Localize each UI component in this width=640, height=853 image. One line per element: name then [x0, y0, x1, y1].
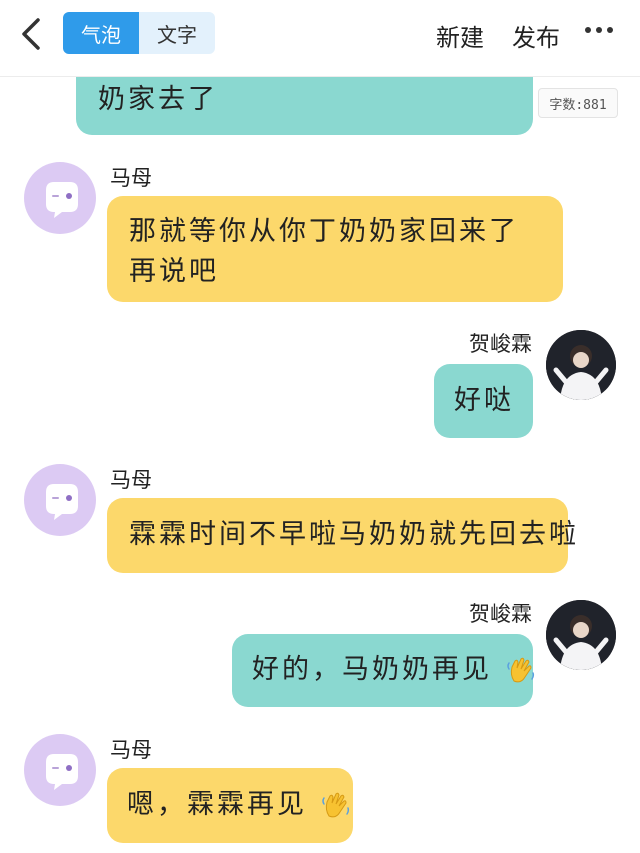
avatar[interactable] [546, 330, 616, 400]
message-text: 嗯，霖霖再见 [127, 789, 307, 820]
sender-name: 马母 [110, 738, 152, 762]
user-photo-avatar [546, 600, 616, 670]
message-text: 霖霖时间不早啦马奶奶就先回去啦 [129, 519, 579, 550]
tab-text[interactable]: 文字 [139, 12, 215, 54]
avatar[interactable] [24, 162, 96, 234]
publish-button[interactable]: 发布 [512, 18, 560, 53]
sender-name: 贺峻霖 [469, 332, 532, 356]
tab-bubble[interactable]: 气泡 [63, 12, 139, 54]
user-photo-avatar [546, 330, 616, 400]
avatar[interactable] [24, 734, 96, 806]
chat-bubble-other: 嗯，霖霖再见 [107, 768, 353, 843]
chat-bubble-other: 那就等你从你丁奶奶家回来了再说吧 [107, 196, 563, 302]
ghost-face-icon [46, 754, 78, 790]
back-arrow-icon[interactable] [18, 16, 48, 52]
waving-hand-icon [321, 792, 349, 817]
sender-name: 马母 [110, 468, 152, 492]
message-text: 好的，马奶奶再见 [252, 654, 492, 685]
new-button[interactable]: 新建 [436, 18, 484, 53]
mode-switch: 气泡 文字 [63, 12, 215, 54]
sender-name: 贺峻霖 [469, 602, 532, 626]
ghost-face-icon [46, 182, 78, 218]
message-text: 那就等你从你丁奶奶家回来了再说吧 [129, 216, 519, 287]
chat-bubble-other: 霖霖时间不早啦马奶奶就先回去啦 [107, 498, 576, 573]
chat-bubble-mine: 好哒 [434, 364, 533, 438]
waving-hand-icon [506, 657, 534, 682]
message-text: 奶家去了 [98, 84, 218, 115]
word-count-badge: 字数:881 [538, 88, 618, 118]
message-text: 好哒 [454, 385, 514, 416]
more-icon[interactable] [584, 20, 614, 40]
chat-bubble-mine: 好的，马奶奶再见 [232, 634, 534, 707]
sender-name: 马母 [110, 166, 152, 190]
ghost-face-icon [46, 484, 78, 520]
top-bar: 气泡 文字 新建 发布 [0, 0, 640, 77]
avatar[interactable] [24, 464, 96, 536]
avatar[interactable] [546, 600, 616, 670]
